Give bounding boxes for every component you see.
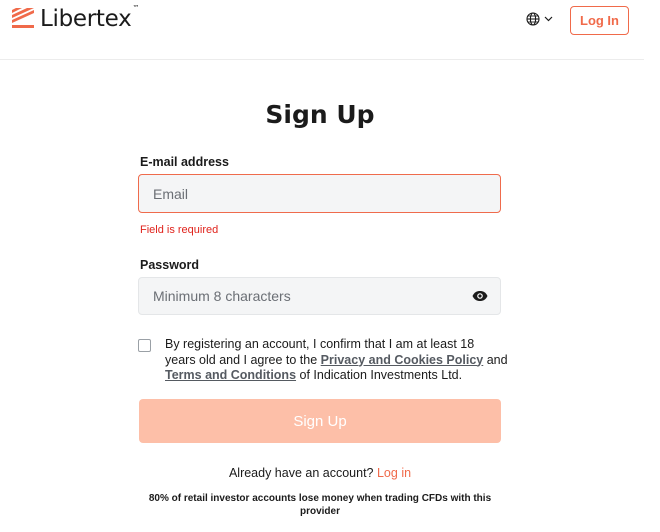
login-link[interactable]: Log in (377, 466, 411, 480)
top-header: Libertex™ Log In (0, 0, 644, 60)
header-login-button[interactable]: Log In (570, 6, 629, 35)
consent-checkbox[interactable] (138, 339, 151, 352)
terms-conditions-link[interactable]: Terms and Conditions (165, 368, 296, 382)
password-field-container (138, 277, 501, 315)
privacy-policy-link[interactable]: Privacy and Cookies Policy (321, 353, 484, 367)
chevron-down-icon (544, 16, 553, 22)
language-selector[interactable] (526, 12, 553, 26)
email-input[interactable] (139, 175, 500, 212)
signup-submit-button[interactable]: Sign Up (139, 399, 501, 443)
logo-wordmark: Libertex™ (40, 4, 140, 32)
risk-warning: 80% of retail investor accounts lose mon… (148, 493, 492, 517)
email-error-message: Field is required (140, 224, 219, 236)
already-have-account: Already have an account? Log in (228, 466, 412, 480)
libertex-logo[interactable]: Libertex™ (12, 4, 140, 32)
password-label: Password (140, 258, 200, 272)
password-input[interactable] (139, 278, 500, 314)
email-field-container (138, 174, 501, 213)
libertex-logo-mark-icon (12, 8, 34, 30)
email-label: E-mail address (140, 155, 229, 169)
consent-text: By registering an account, I confirm tha… (165, 337, 508, 382)
page-title: Sign Up (265, 100, 375, 129)
globe-icon (526, 12, 540, 26)
show-password-eye-icon[interactable] (472, 291, 488, 302)
